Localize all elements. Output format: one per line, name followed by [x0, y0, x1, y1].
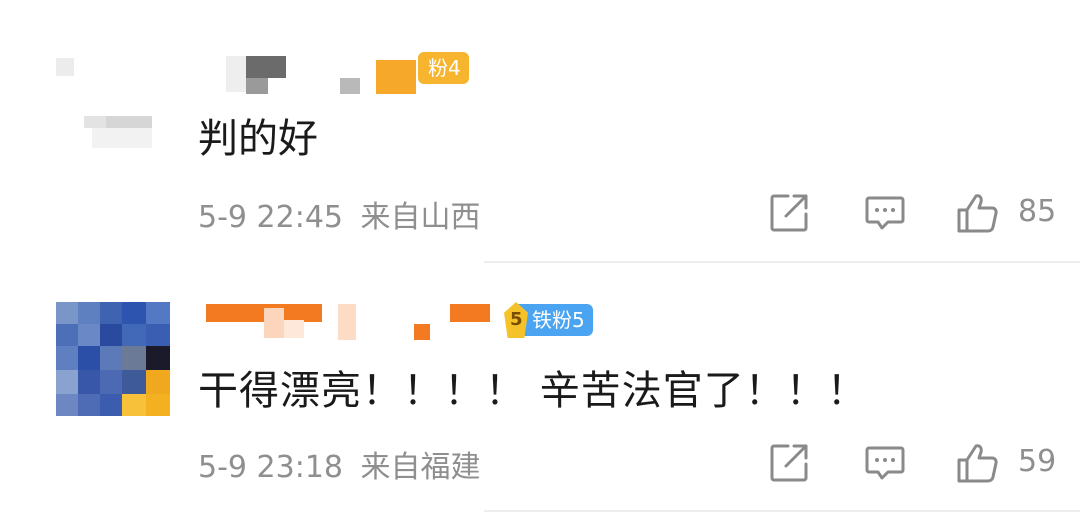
comment-actions: 59 [760, 438, 1080, 488]
comment-text: 判的好 [198, 116, 318, 162]
comment-item: 5 铁粉5 干得漂亮！！！！ 辛苦法官了！！！ 5-9 23:18 来自福建 5… [0, 262, 1080, 512]
comment-meta: 5-9 23:18 来自福建 [198, 442, 481, 486]
comment-item: 粉4 判的好 5-9 22:45 来自山西 85 [0, 0, 1080, 262]
avatar[interactable] [56, 52, 170, 166]
like-count: 59 [1018, 444, 1057, 479]
fan-badge: 粉4 [418, 52, 469, 84]
like-count: 85 [1018, 194, 1057, 229]
comment-actions: 85 [760, 188, 1080, 238]
comment-location: 来自山西 [360, 200, 481, 235]
share-icon[interactable] [768, 192, 810, 234]
comment-text: 干得漂亮！！！！ 辛苦法官了！！！ [198, 368, 868, 414]
crown-icon: 5 [504, 302, 528, 338]
comment-icon[interactable] [864, 442, 906, 484]
username[interactable] [202, 296, 502, 340]
comment-meta: 5-9 22:45 来自山西 [198, 192, 481, 236]
share-icon[interactable] [768, 442, 810, 484]
comment-location: 来自福建 [360, 450, 481, 485]
badge-label: 铁粉5 [532, 308, 585, 332]
comment-date: 5-9 22:45 [198, 200, 343, 235]
comment-icon[interactable] [864, 192, 906, 234]
like-icon[interactable] [956, 192, 998, 234]
avatar[interactable] [56, 302, 170, 416]
iron-fan-badge: 5 铁粉5 [504, 302, 593, 338]
comment-date: 5-9 23:18 [198, 450, 343, 485]
like-icon[interactable] [956, 442, 998, 484]
